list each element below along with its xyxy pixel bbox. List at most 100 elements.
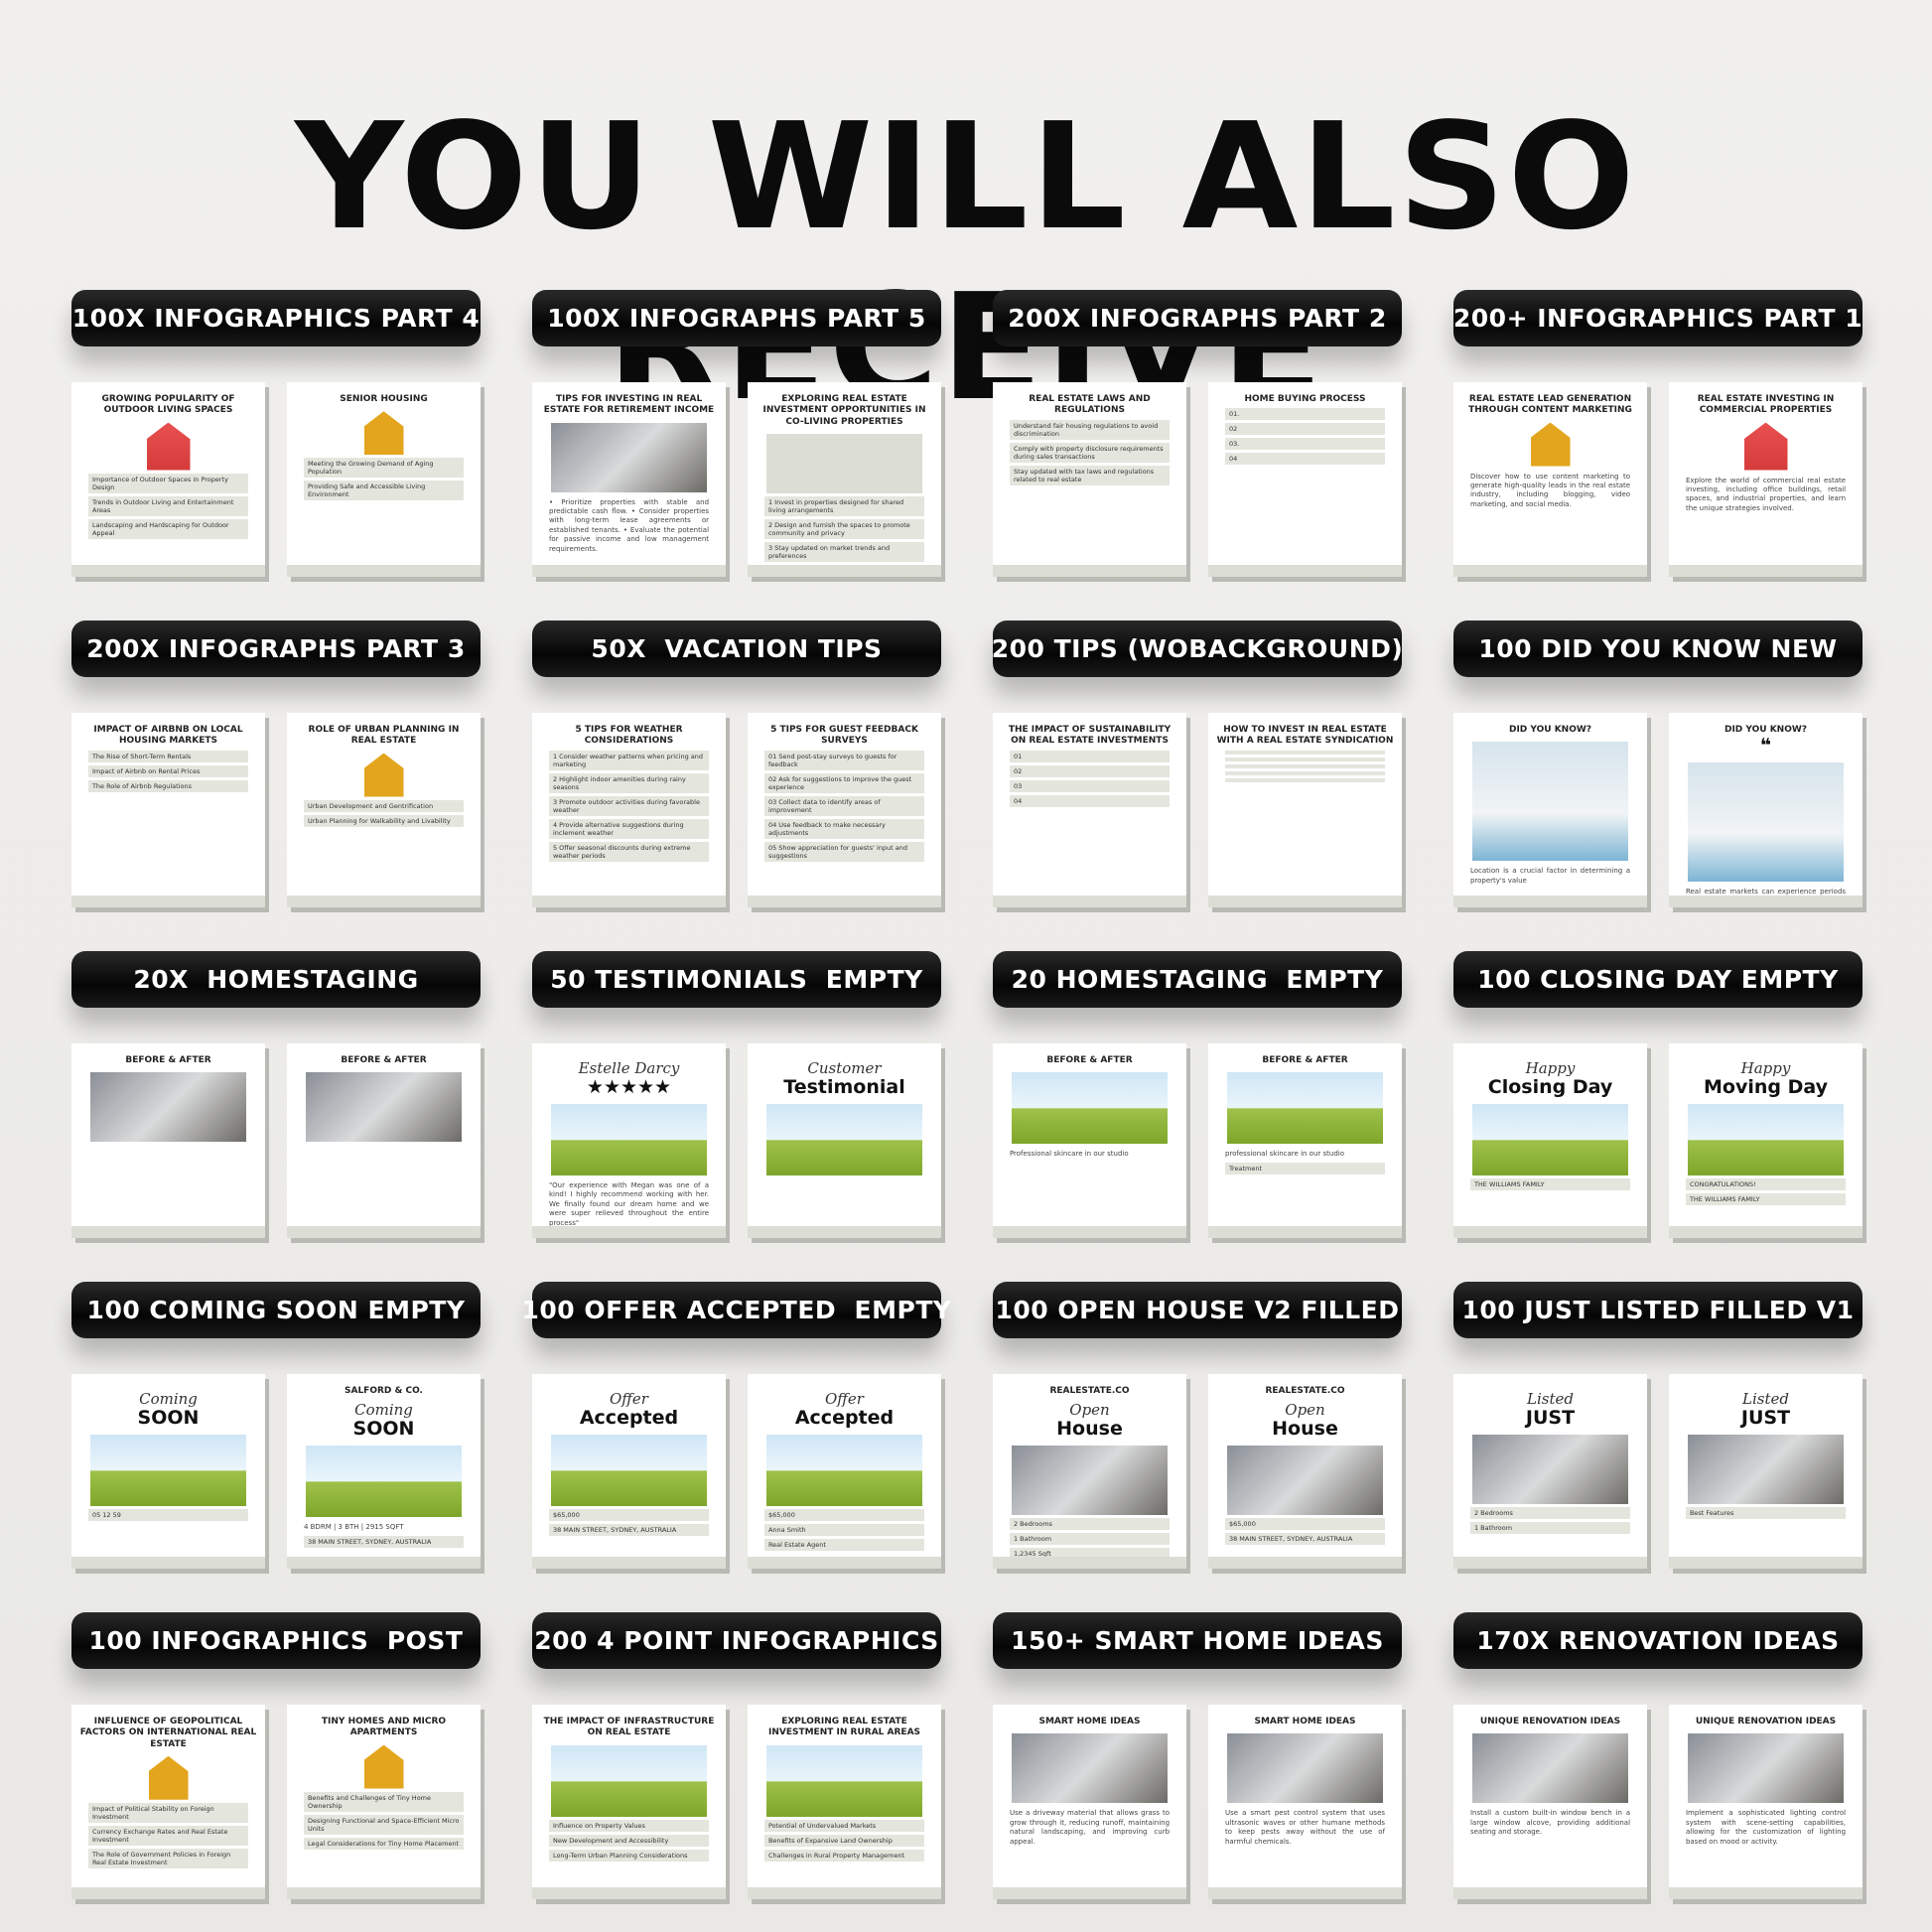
card-list-item: 05 12 59 — [87, 1508, 249, 1521]
section-label: 200X INFOGRAPHS PART 3 — [71, 621, 481, 677]
card-list-item: 05 Show appreciation for guests' input a… — [763, 841, 925, 862]
section-label: 170X RENOVATION IDEAS — [1453, 1612, 1863, 1669]
card-list-item: Influence on Property Values — [548, 1819, 710, 1832]
preview-cards: DID YOU KNOW? Location is a crucial facto… — [1453, 713, 1863, 907]
template-preview-card: INFLUENCE OF GEOPOLITICAL FACTORS ON INT… — [71, 1705, 265, 1899]
card-list-item: $65,000 — [763, 1508, 925, 1521]
card-list-item: Comply with property disclosure requirem… — [1009, 442, 1171, 463]
photo-graphic — [89, 1072, 247, 1143]
card-title: SMART HOME IDEAS — [1038, 1717, 1141, 1726]
card-list-item: Stay updated with tax laws and regulatio… — [1009, 465, 1171, 485]
template-preview-card: DID YOU KNOW? ❝ Real estate markets can ex… — [1669, 713, 1863, 907]
card-script-text: Happy — [1740, 1059, 1791, 1077]
card-headline: House — [1056, 1418, 1123, 1441]
bonus-section: 100X INFOGRAPHS PART 5 TIPS FOR INVESTING… — [532, 290, 941, 577]
card-list-item: 04 — [1009, 794, 1171, 807]
card-title: DID YOU KNOW? — [1508, 725, 1592, 735]
card-headline: Testimonial — [783, 1076, 905, 1098]
card-list-item: 01 Send post-stay surveys to guests for … — [763, 750, 925, 770]
bonus-section: 50X VACATION TIPS 5 TIPS FOR WEATHER CONS… — [532, 621, 941, 907]
preview-cards: TIPS FOR INVESTING IN REAL ESTATE FOR RE… — [532, 382, 941, 577]
bonus-section: 100 INFOGRAPHICS POST INFLUENCE OF GEOPOL… — [71, 1612, 481, 1899]
bonus-section: 20 HOMESTAGING EMPTY BEFORE & AFTER Profes… — [993, 951, 1402, 1238]
card-list-item: 2 Bedrooms — [1469, 1506, 1631, 1519]
card-script-text: Open — [1069, 1401, 1110, 1420]
card-title: BEFORE & AFTER — [125, 1055, 211, 1065]
house-graphic — [1743, 422, 1788, 471]
card-title: HOME BUYING PROCESS — [1244, 394, 1366, 404]
template-preview-card: TINY HOMES AND MICRO APARTMENTS Benefits … — [287, 1705, 481, 1899]
card-footer-bar — [993, 1887, 1186, 1899]
card-headline: SOON — [352, 1418, 415, 1441]
card-title: ROLE OF URBAN PLANNING IN REAL ESTATE — [308, 725, 460, 747]
card-footer-bar — [748, 1887, 941, 1899]
house2-graphic — [363, 1744, 404, 1789]
bonus-section: 50 TESTIMONIALS EMPTY Estelle Darcy ★★★★★ "… — [532, 951, 941, 1238]
card-footer-bar — [287, 565, 481, 577]
bonus-grid: 100X INFOGRAPHICS PART 4 GROWING POPULARI… — [71, 290, 1870, 1899]
card-list-item: 1 Bathroom — [1009, 1533, 1171, 1546]
photo-graphic — [1471, 1434, 1629, 1504]
card-list-item: Challenges in Rural Property Management — [763, 1849, 925, 1862]
preview-cards: Estelle Darcy ★★★★★ "Our experience with M… — [532, 1043, 941, 1238]
card-script-text: Offer — [825, 1390, 864, 1408]
card-footer-bar — [1669, 1226, 1863, 1238]
template-preview-card: realestate.co Open House $65,000 38 MAIN STR… — [1208, 1374, 1402, 1569]
card-list-item: 38 MAIN STREET, SYDNEY, AUSTRALIA — [303, 1535, 465, 1548]
card-list-item: Best Features — [1685, 1506, 1847, 1519]
card-title: REAL ESTATE LEAD GENERATION THROUGH CONT… — [1468, 394, 1632, 416]
section-label: 150+ SMART HOME IDEAS — [993, 1612, 1402, 1669]
card-footer-bar — [993, 1226, 1186, 1238]
card-list-item: New Development and Accessibility — [548, 1834, 710, 1847]
bonus-section: 200X INFOGRAPHS PART 2 REAL ESTATE LAWS A… — [993, 290, 1402, 577]
card-list-item: The Role of Government Policies in Forei… — [87, 1848, 249, 1868]
card-title: SMART HOME IDEAS — [1254, 1717, 1356, 1726]
land-graphic — [1471, 1103, 1629, 1175]
template-preview-card: HOW TO INVEST IN REAL ESTATE WITH A REAL… — [1208, 713, 1402, 907]
card-list-item: Importance of Outdoor Spaces in Property… — [87, 473, 249, 493]
card-footer-bar — [71, 896, 265, 907]
card-title: GROWING POPULARITY OF OUTDOOR LIVING SPA… — [101, 394, 235, 416]
card-script-text: Open — [1285, 1401, 1325, 1420]
card-headline: Moving Day — [1704, 1076, 1828, 1098]
bonus-section: 100 OFFER ACCEPTED EMPTY Offer Accepted $65… — [522, 1282, 951, 1569]
photo-graphic — [1226, 1446, 1384, 1516]
card-list-item: 4 Provide alternative suggestions during… — [548, 818, 710, 839]
card-list-item: Trends in Outdoor Living and Entertainme… — [87, 495, 249, 516]
template-preview-card: GROWING POPULARITY OF OUTDOOR LIVING SPA… — [71, 382, 265, 577]
template-preview-card: DID YOU KNOW? Location is a crucial facto… — [1453, 713, 1647, 907]
card-footer-bar — [1669, 896, 1863, 907]
house-graphic — [146, 422, 191, 471]
card-footer-bar — [1208, 896, 1402, 907]
card-list-item: Benefits of Expansive Land Ownership — [763, 1834, 925, 1847]
template-preview-card: ROLE OF URBAN PLANNING IN REAL ESTATE Urb… — [287, 713, 481, 907]
section-label: 100X INFOGRAPHICS PART 4 — [71, 290, 481, 346]
photo-graphic — [305, 1072, 463, 1143]
card-list-item: 5 Offer seasonal discounts during extrem… — [548, 841, 710, 862]
template-preview-card: Customer Testimonial — [748, 1043, 941, 1238]
house2-graphic — [148, 1755, 189, 1800]
bonus-section: 200 TIPS (WOBACKGROUND) THE IMPACT OF SUS… — [992, 621, 1403, 907]
template-preview-card: THE IMPACT OF INFRASTRUCTURE ON REAL EST… — [532, 1705, 726, 1899]
preview-cards: REAL ESTATE LAWS AND REGULATIONS Understa… — [993, 382, 1402, 577]
photo-graphic — [1687, 1434, 1845, 1504]
card-body-text: Location is a crucial factor in determin… — [1469, 867, 1631, 885]
card-footer-bar — [287, 1557, 481, 1569]
card-list-item: 02 Ask for suggestions to improve the gu… — [763, 772, 925, 793]
card-footer-bar — [748, 565, 941, 577]
card-footer-bar — [532, 565, 726, 577]
preview-cards: THE IMPACT OF SUSTAINABILITY ON REAL EST… — [993, 713, 1402, 907]
card-footer-bar — [287, 896, 481, 907]
section-label: 100 DID YOU KNOW NEW — [1453, 621, 1863, 677]
card-footer-bar — [71, 1887, 265, 1899]
preview-cards: BEFORE & AFTER BEFORE & AFTER — [71, 1043, 481, 1238]
card-list-item: CONGRATULATIONS! — [1685, 1177, 1847, 1190]
template-preview-card: SENIOR HOUSING Meeting the Growing Demand… — [287, 382, 481, 577]
card-footer-bar — [1669, 1557, 1863, 1569]
land-graphic — [305, 1446, 463, 1518]
card-list-item: 01 — [1009, 750, 1171, 762]
preview-cards: BEFORE & AFTER Professional skincare in o… — [993, 1043, 1402, 1238]
card-list-item: 01. — [1224, 408, 1386, 421]
preview-cards: IMPACT OF AIRBNB ON LOCAL HOUSING MARKET… — [71, 713, 481, 907]
card-list-item: 03. — [1224, 438, 1386, 451]
